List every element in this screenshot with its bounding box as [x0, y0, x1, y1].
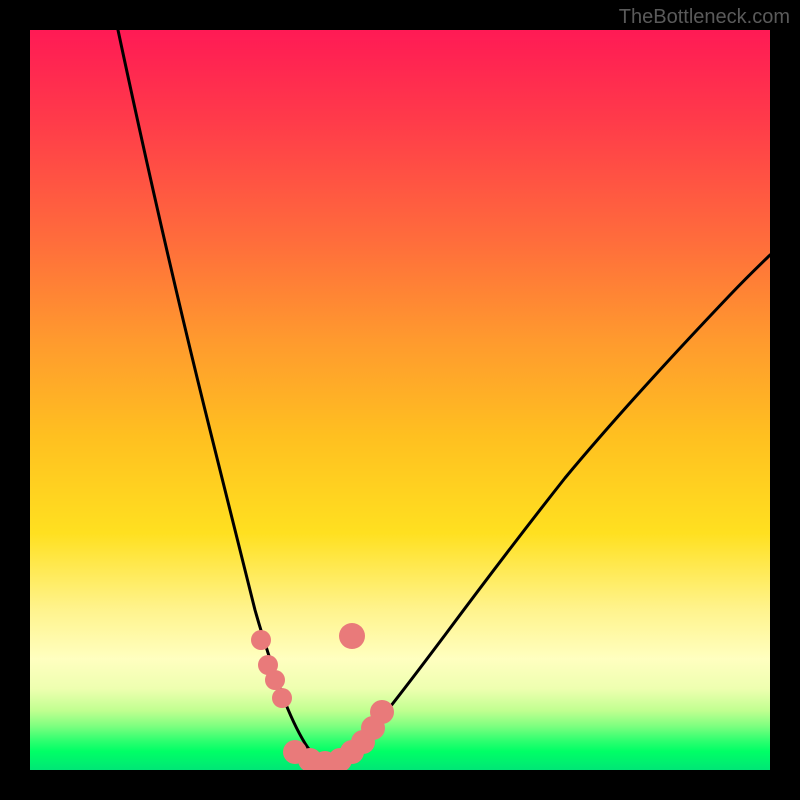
left-curve-path — [118, 30, 328, 762]
marker-dot — [370, 700, 394, 724]
marker-dot — [251, 630, 271, 650]
marker-dot — [339, 623, 365, 649]
marker-dot — [272, 688, 292, 708]
chart-frame — [30, 30, 770, 770]
marker-group — [251, 623, 394, 770]
right-curve-path — [330, 255, 770, 762]
watermark-text: TheBottleneck.com — [619, 6, 790, 29]
chart-svg — [30, 30, 770, 770]
marker-dot — [265, 670, 285, 690]
